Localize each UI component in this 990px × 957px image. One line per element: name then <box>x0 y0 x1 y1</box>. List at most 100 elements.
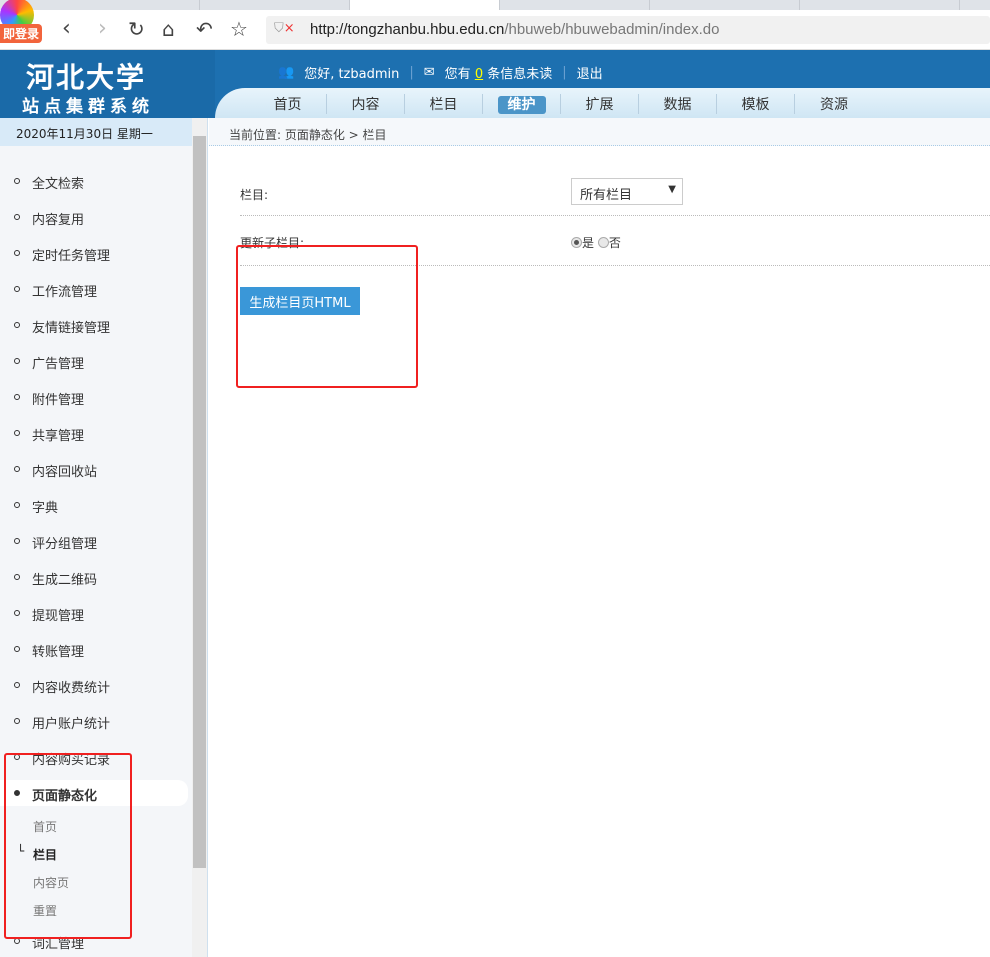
sidebar-item-label: 生成二维码 <box>32 573 98 588</box>
current-date: 2020年11月30日 星期一 <box>0 118 192 146</box>
sidebar-item[interactable]: 转账管理 <box>0 636 188 662</box>
sidebar-item-label: 内容回收站 <box>32 465 98 480</box>
scrollbar-thumb[interactable] <box>193 136 206 868</box>
sidebar-item[interactable]: 广告管理 <box>0 348 188 374</box>
sidebar-item-label: 提现管理 <box>32 609 85 624</box>
browser-tab[interactable] <box>650 0 800 10</box>
bullet-icon <box>14 682 20 688</box>
nav-channel[interactable]: 栏目 <box>405 94 483 114</box>
channel-select[interactable]: 所有栏目 ▼ <box>571 178 683 205</box>
shield-icon: ⛉× <box>274 21 295 36</box>
radio-yes[interactable] <box>571 237 582 248</box>
sidebar-item[interactable]: 内容收费统计 <box>0 672 188 698</box>
sidebar-item[interactable]: 字典 <box>0 492 188 518</box>
message-count-link[interactable]: 0 <box>475 67 483 82</box>
sub-item-reset[interactable]: 重置 <box>33 902 57 919</box>
nav-template[interactable]: 模板 <box>717 94 795 114</box>
sidebar-item[interactable]: 内容回收站 <box>0 456 188 482</box>
bullet-icon <box>14 250 20 256</box>
sidebar-item[interactable]: 共享管理 <box>0 420 188 446</box>
login-button[interactable]: 即登录 <box>0 24 43 43</box>
bullet-icon <box>14 214 20 220</box>
nav-home[interactable]: 首页 <box>249 94 327 114</box>
nav-extend[interactable]: 扩展 <box>561 94 639 114</box>
user-icon: 👥 <box>278 65 295 80</box>
home-icon[interactable]: ⌂ <box>162 18 175 40</box>
sidebar-item[interactable]: 用户账户统计 <box>0 708 188 734</box>
forward-icon[interactable]: › <box>98 18 107 40</box>
sidebar-item-label: 工作流管理 <box>32 285 98 300</box>
nav-data[interactable]: 数据 <box>639 94 717 114</box>
bullet-icon <box>14 646 20 652</box>
radio-no[interactable] <box>597 237 609 248</box>
address-bar[interactable]: ⛉× http://tongzhanbu.hbu.edu.cn/hbuweb/h… <box>266 16 990 44</box>
browser-tabs <box>0 0 990 10</box>
brand-title: 河北大学 <box>26 61 147 94</box>
sidebar-item[interactable]: 内容购买记录 <box>0 744 188 770</box>
reload-icon[interactable]: ↻ <box>128 18 145 40</box>
bullet-icon <box>14 286 20 292</box>
greeting: 您好, tzbadmin <box>304 67 400 82</box>
sidebar: 2020年11月30日 星期一 全文检索内容复用定时任务管理 工作流管理友情链接管… <box>0 118 208 957</box>
sidebar-item-label: 评分组管理 <box>32 537 98 552</box>
sidebar-item-label: 内容购买记录 <box>32 753 111 768</box>
main-nav: 首页 内容 栏目 维护 扩展 数据 模板 资源 <box>215 88 990 118</box>
sub-item-content-page[interactable]: 内容页 <box>33 874 69 891</box>
star-icon[interactable]: ☆ <box>230 18 248 40</box>
sidebar-item-label: 转账管理 <box>32 645 85 660</box>
browser-tab[interactable] <box>200 0 350 10</box>
browser-tab[interactable] <box>500 0 650 10</box>
sidebar-scrollbar[interactable] <box>192 118 207 957</box>
site-header: 河北大学 站点集群系统 👥 您好, tzbadmin | ✉ 您有 0 条信息未… <box>0 50 990 118</box>
nav-resource[interactable]: 资源 <box>795 94 873 114</box>
sidebar-item-label: 附件管理 <box>32 393 85 408</box>
bullet-icon <box>14 502 20 508</box>
sub-item-channel[interactable]: └ 栏目 <box>17 844 57 863</box>
sidebar-item[interactable]: 评分组管理 <box>0 528 188 554</box>
brand-logo: 河北大学 站点集群系统 <box>0 50 215 118</box>
browser-tab[interactable] <box>40 0 200 10</box>
sidebar-item-label: 友情链接管理 <box>32 321 111 336</box>
undo-icon[interactable]: ↶ <box>196 18 213 40</box>
update-children-row: 更新子栏目: 是 否 <box>240 236 990 266</box>
channel-row: 栏目: 所有栏目 ▼ <box>240 178 990 216</box>
bullet-icon <box>14 754 20 760</box>
sidebar-item-label: 共享管理 <box>32 429 85 444</box>
bullet-icon <box>14 574 20 580</box>
browser-tab-active[interactable] <box>350 0 500 10</box>
chevron-down-icon: ▼ <box>668 184 676 195</box>
nav-maintain[interactable]: 维护 <box>483 94 561 114</box>
nav-content[interactable]: 内容 <box>327 94 405 114</box>
user-bar: 👥 您好, tzbadmin | ✉ 您有 0 条信息未读 | 退出 <box>278 63 603 82</box>
sidebar-item-label: 字典 <box>32 501 59 516</box>
back-icon[interactable]: ‹ <box>62 18 71 40</box>
sidebar-item[interactable]: 提现管理 <box>0 600 188 626</box>
sidebar-item[interactable]: 全文检索 <box>0 168 188 194</box>
sidebar-item[interactable]: 工作流管理 <box>0 276 188 302</box>
url-host: http://tongzhanbu.hbu.edu.cn <box>310 21 505 38</box>
annotation-box <box>236 245 418 388</box>
sidebar-item-label: 用户账户统计 <box>32 717 111 732</box>
sidebar-item[interactable]: 内容复用 <box>0 204 188 230</box>
browser-toolbar: 即登录 ‹ › ↻ ⌂ ↶ ☆ ⛉× http://tongzhanbu.hbu… <box>0 0 990 50</box>
generate-channel-html-button[interactable]: 生成栏目页HTML <box>240 287 360 315</box>
sidebar-item[interactable]: 生成二维码 <box>0 564 188 590</box>
sidebar-item[interactable]: 友情链接管理 <box>0 312 188 338</box>
bullet-icon <box>14 718 20 724</box>
radio-yes-label: 是 <box>582 236 595 250</box>
sidebar-item[interactable]: 定时任务管理 <box>0 240 188 266</box>
sidebar-item-label: 定时任务管理 <box>32 249 111 264</box>
sidebar-item[interactable]: 附件管理 <box>0 384 188 410</box>
sidebar-item-static-pages[interactable]: 页面静态化 <box>0 780 188 806</box>
brand-subtitle: 站点集群系统 <box>22 97 154 117</box>
browser-tab[interactable] <box>800 0 960 10</box>
bullet-icon <box>14 178 20 184</box>
sidebar-item-vocabulary[interactable]: 词汇管理 <box>0 928 188 954</box>
breadcrumb: 当前位置: 页面静态化 > 栏目 <box>209 118 990 146</box>
channel-label: 栏目: <box>240 188 269 202</box>
sub-item-home[interactable]: 首页 <box>33 818 57 835</box>
radio-no-label: 否 <box>608 236 621 250</box>
msg-prefix: 您有 <box>444 67 471 82</box>
msg-suffix: 条信息未读 <box>487 67 553 82</box>
logout-link[interactable]: 退出 <box>577 63 603 82</box>
